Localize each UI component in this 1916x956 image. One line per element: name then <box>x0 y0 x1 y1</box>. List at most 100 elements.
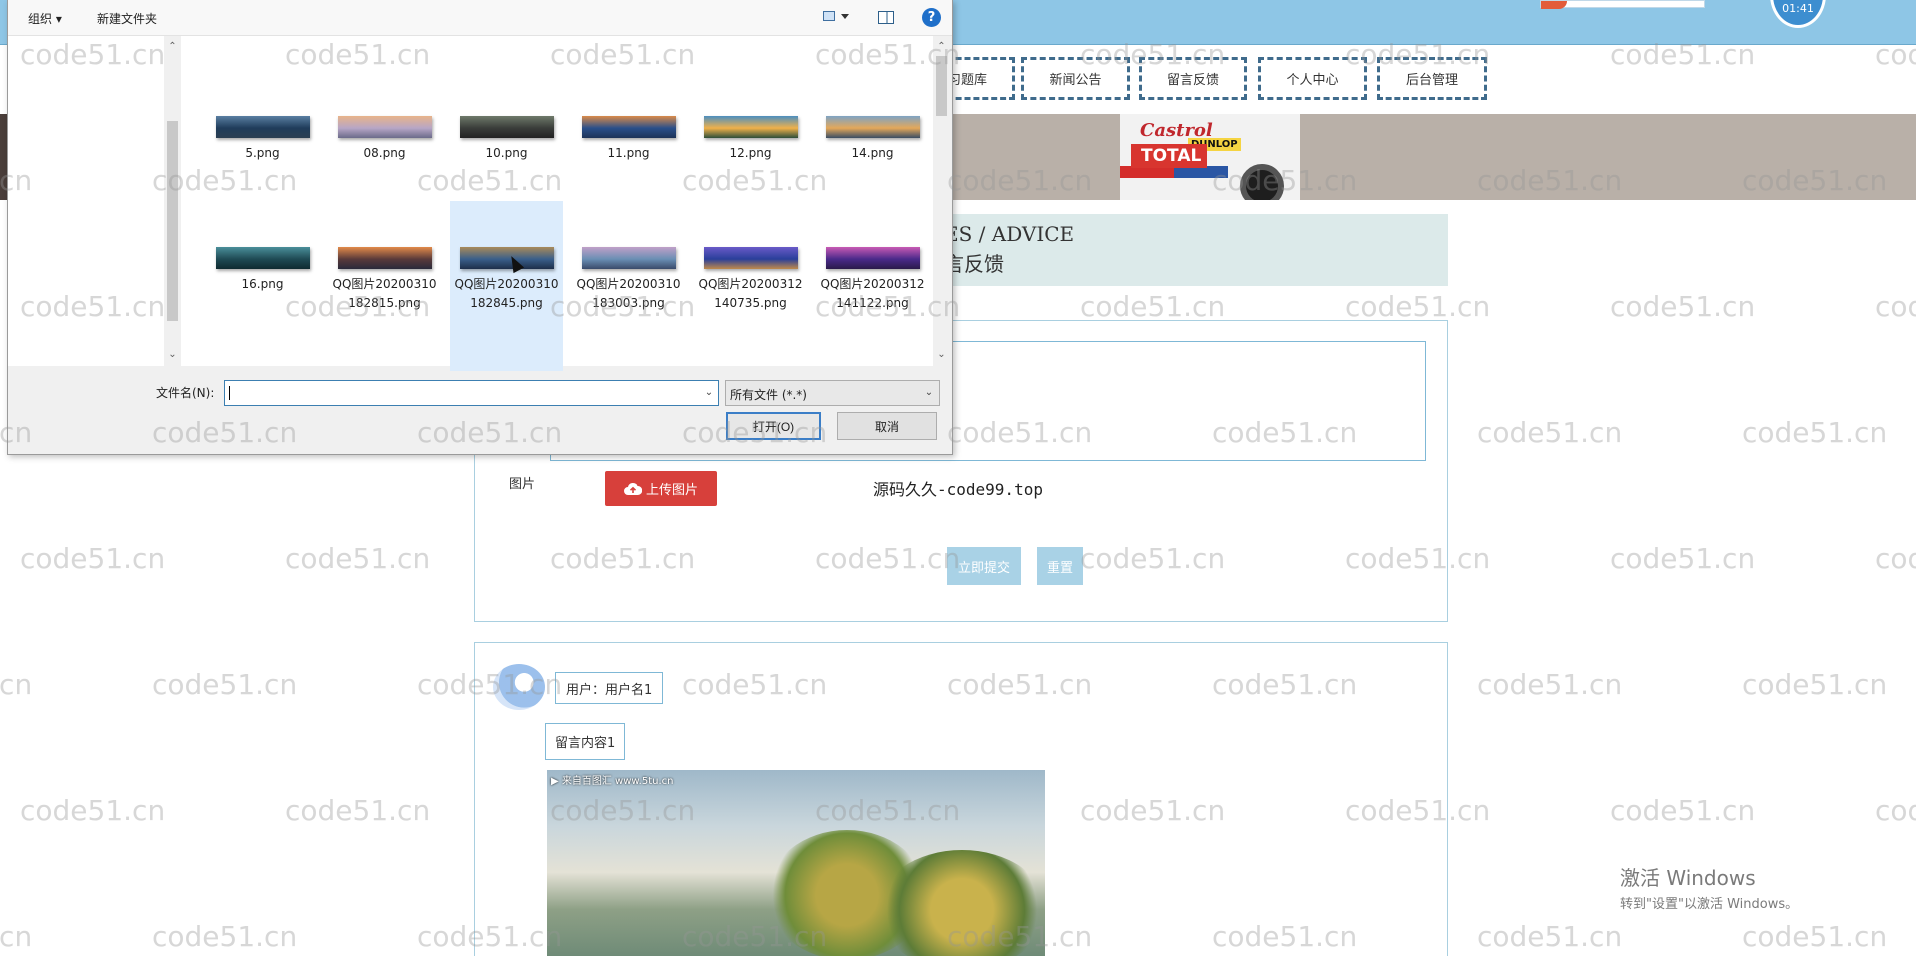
nav-item-feedback[interactable]: 留言反馈 <box>1139 57 1247 100</box>
banner-rally-car-image: Castrol DUNLOP TOTAL <box>1120 114 1300 200</box>
filename-label: 文件名(N): <box>156 386 215 400</box>
file-item[interactable]: 16.png <box>206 247 319 294</box>
view-options-icon[interactable] <box>823 11 849 23</box>
reset-button[interactable]: 重置 <box>1037 547 1083 585</box>
file-list-area: 5.png 08.png 10.png 11.png 12.png 14.png 16.pn… <box>183 36 933 371</box>
header-logo-badge <box>1540 0 1705 9</box>
help-icon[interactable]: ? <box>922 8 941 27</box>
file-name: 10.png <box>485 146 528 160</box>
watermark-text: code51.cn <box>152 668 298 701</box>
car-wheel <box>1240 164 1284 200</box>
section-title-en: ES / ADVICE <box>944 222 1075 246</box>
file-item[interactable]: 12.png <box>694 116 807 163</box>
scrollbar-thumb[interactable] <box>936 56 947 116</box>
watermark-text: code51.cn <box>20 542 166 575</box>
file-thumbnail <box>703 116 798 138</box>
file-item[interactable]: QQ图片20200312141122.png <box>816 247 929 313</box>
file-item[interactable]: 08.png <box>328 116 441 163</box>
car-total-logo: TOTAL <box>1131 144 1208 168</box>
scroll-up-icon[interactable]: ⌃ <box>164 38 181 55</box>
file-type-select[interactable]: 所有文件 (*.*) ⌄ <box>725 380 940 406</box>
message-user-label: 用户：用户名1 <box>555 672 664 704</box>
file-name: 14.png <box>851 146 894 160</box>
file-item[interactable]: 11.png <box>572 116 685 163</box>
file-open-dialog: 组织 ▾ 新建文件夹 ? ⌃ ⌄ 5.png 08.png 10.png 11.png… <box>7 0 953 455</box>
message-content: 留言内容1 <box>545 723 626 760</box>
file-item[interactable]: 10.png <box>450 116 563 163</box>
watermark-text: code51.cn <box>0 668 33 701</box>
text-caret <box>229 386 230 400</box>
watermark-text: code51.cn <box>1080 290 1226 323</box>
watermark-text: code51.cn <box>1610 542 1756 575</box>
file-item[interactable]: 5.png <box>206 116 319 163</box>
watermark-text: code51.cn <box>1345 290 1491 323</box>
filename-input[interactable]: ⌄ <box>224 380 719 406</box>
watermark-text: code51.cn <box>1742 416 1888 449</box>
watermark-text: code51.cn <box>1742 668 1888 701</box>
scroll-down-icon[interactable]: ⌄ <box>933 346 950 363</box>
painting-tree <box>877 850 1045 956</box>
organize-menu[interactable]: 组织 ▾ <box>28 10 62 27</box>
scroll-down-icon[interactable]: ⌄ <box>164 346 181 363</box>
watermark-text: code51.cn <box>1477 416 1623 449</box>
cancel-button[interactable]: 取消 <box>837 412 937 440</box>
file-thumbnail <box>459 116 554 138</box>
watermark-text: code51.cn <box>285 542 431 575</box>
nav-item-admin[interactable]: 后台管理 <box>1377 57 1487 100</box>
file-name: QQ图片20200310182815.png <box>332 277 437 310</box>
file-name: 5.png <box>245 146 280 160</box>
watermark-text: code51.cn <box>152 920 298 953</box>
activation-subtitle: 转到"设置"以激活 Windows。 <box>1620 897 1799 912</box>
file-item[interactable]: QQ图片20200310182815.png <box>328 247 441 313</box>
nav-pane-scrollbar[interactable]: ⌃ ⌄ <box>164 36 181 366</box>
file-name: 11.png <box>607 146 650 160</box>
windows-activation-notice: 激活 Windows 转到"设置"以激活 Windows。 <box>1620 862 1798 912</box>
clock-widget: 01:41 <box>1770 0 1826 28</box>
promo-text: 源码久久-code99.top <box>873 480 1043 499</box>
open-button[interactable]: 打开(O) <box>726 412 821 440</box>
activation-title: 激活 Windows <box>1620 866 1756 890</box>
file-list-scrollbar[interactable]: ⌃ ⌄ <box>933 36 950 366</box>
watermark-text: code51.cn <box>285 794 431 827</box>
watermark-text: code51.cn <box>1610 794 1756 827</box>
dialog-toolbar: 组织 ▾ 新建文件夹 ? <box>8 0 952 36</box>
section-title-zh: 言反馈 <box>944 252 1004 276</box>
watermark-text: code51.cn <box>1742 920 1888 953</box>
file-name: 08.png <box>363 146 406 160</box>
file-name: 16.png <box>241 277 284 291</box>
file-name: QQ图片20200312140735.png <box>698 277 803 310</box>
nav-item-news[interactable]: 新闻公告 <box>1021 57 1130 100</box>
chevron-down-icon: ⌄ <box>924 387 934 398</box>
file-thumbnail <box>825 116 920 138</box>
scroll-up-icon[interactable]: ⌃ <box>933 38 950 55</box>
nav-item-profile[interactable]: 个人中心 <box>1258 57 1367 100</box>
file-thumbnail <box>703 247 798 269</box>
file-thumbnail <box>215 247 310 269</box>
avatar <box>493 664 545 710</box>
file-item[interactable]: QQ图片20200310182845.png <box>450 201 563 371</box>
file-thumbnail <box>581 247 676 269</box>
watermark-text: code51.cn <box>1477 920 1623 953</box>
watermark-text: code51.cn <box>1610 290 1756 323</box>
watermark-text: code51.cn <box>1875 290 1916 323</box>
new-folder-button[interactable]: 新建文件夹 <box>97 10 157 27</box>
file-name: 12.png <box>729 146 772 160</box>
chevron-down-icon[interactable]: ⌄ <box>700 381 718 405</box>
file-name: QQ图片20200310183003.png <box>576 277 681 310</box>
watermark-text: code51.cn <box>0 920 33 953</box>
file-thumbnail <box>581 116 676 138</box>
scrollbar-thumb[interactable] <box>167 121 178 321</box>
file-item[interactable]: QQ图片20200312140735.png <box>694 247 807 313</box>
file-item[interactable]: QQ图片20200310183003.png <box>572 247 685 313</box>
file-type-value: 所有文件 (*.*) <box>730 388 807 402</box>
upload-image-button[interactable]: 上传图片 <box>605 471 717 506</box>
navigation-pane[interactable] <box>8 36 183 366</box>
preview-pane-icon[interactable] <box>878 11 894 24</box>
file-thumbnail <box>215 116 310 138</box>
watermark-text: code51.cn <box>1875 542 1916 575</box>
file-name: QQ图片20200312141122.png <box>820 277 925 310</box>
submit-button[interactable]: 立即提交 <box>947 547 1021 585</box>
watermark-text: code51.cn <box>1477 668 1623 701</box>
message-image: ▶ 来自百图汇 www.5tu.cn <box>547 770 1045 956</box>
file-item[interactable]: 14.png <box>816 116 929 163</box>
